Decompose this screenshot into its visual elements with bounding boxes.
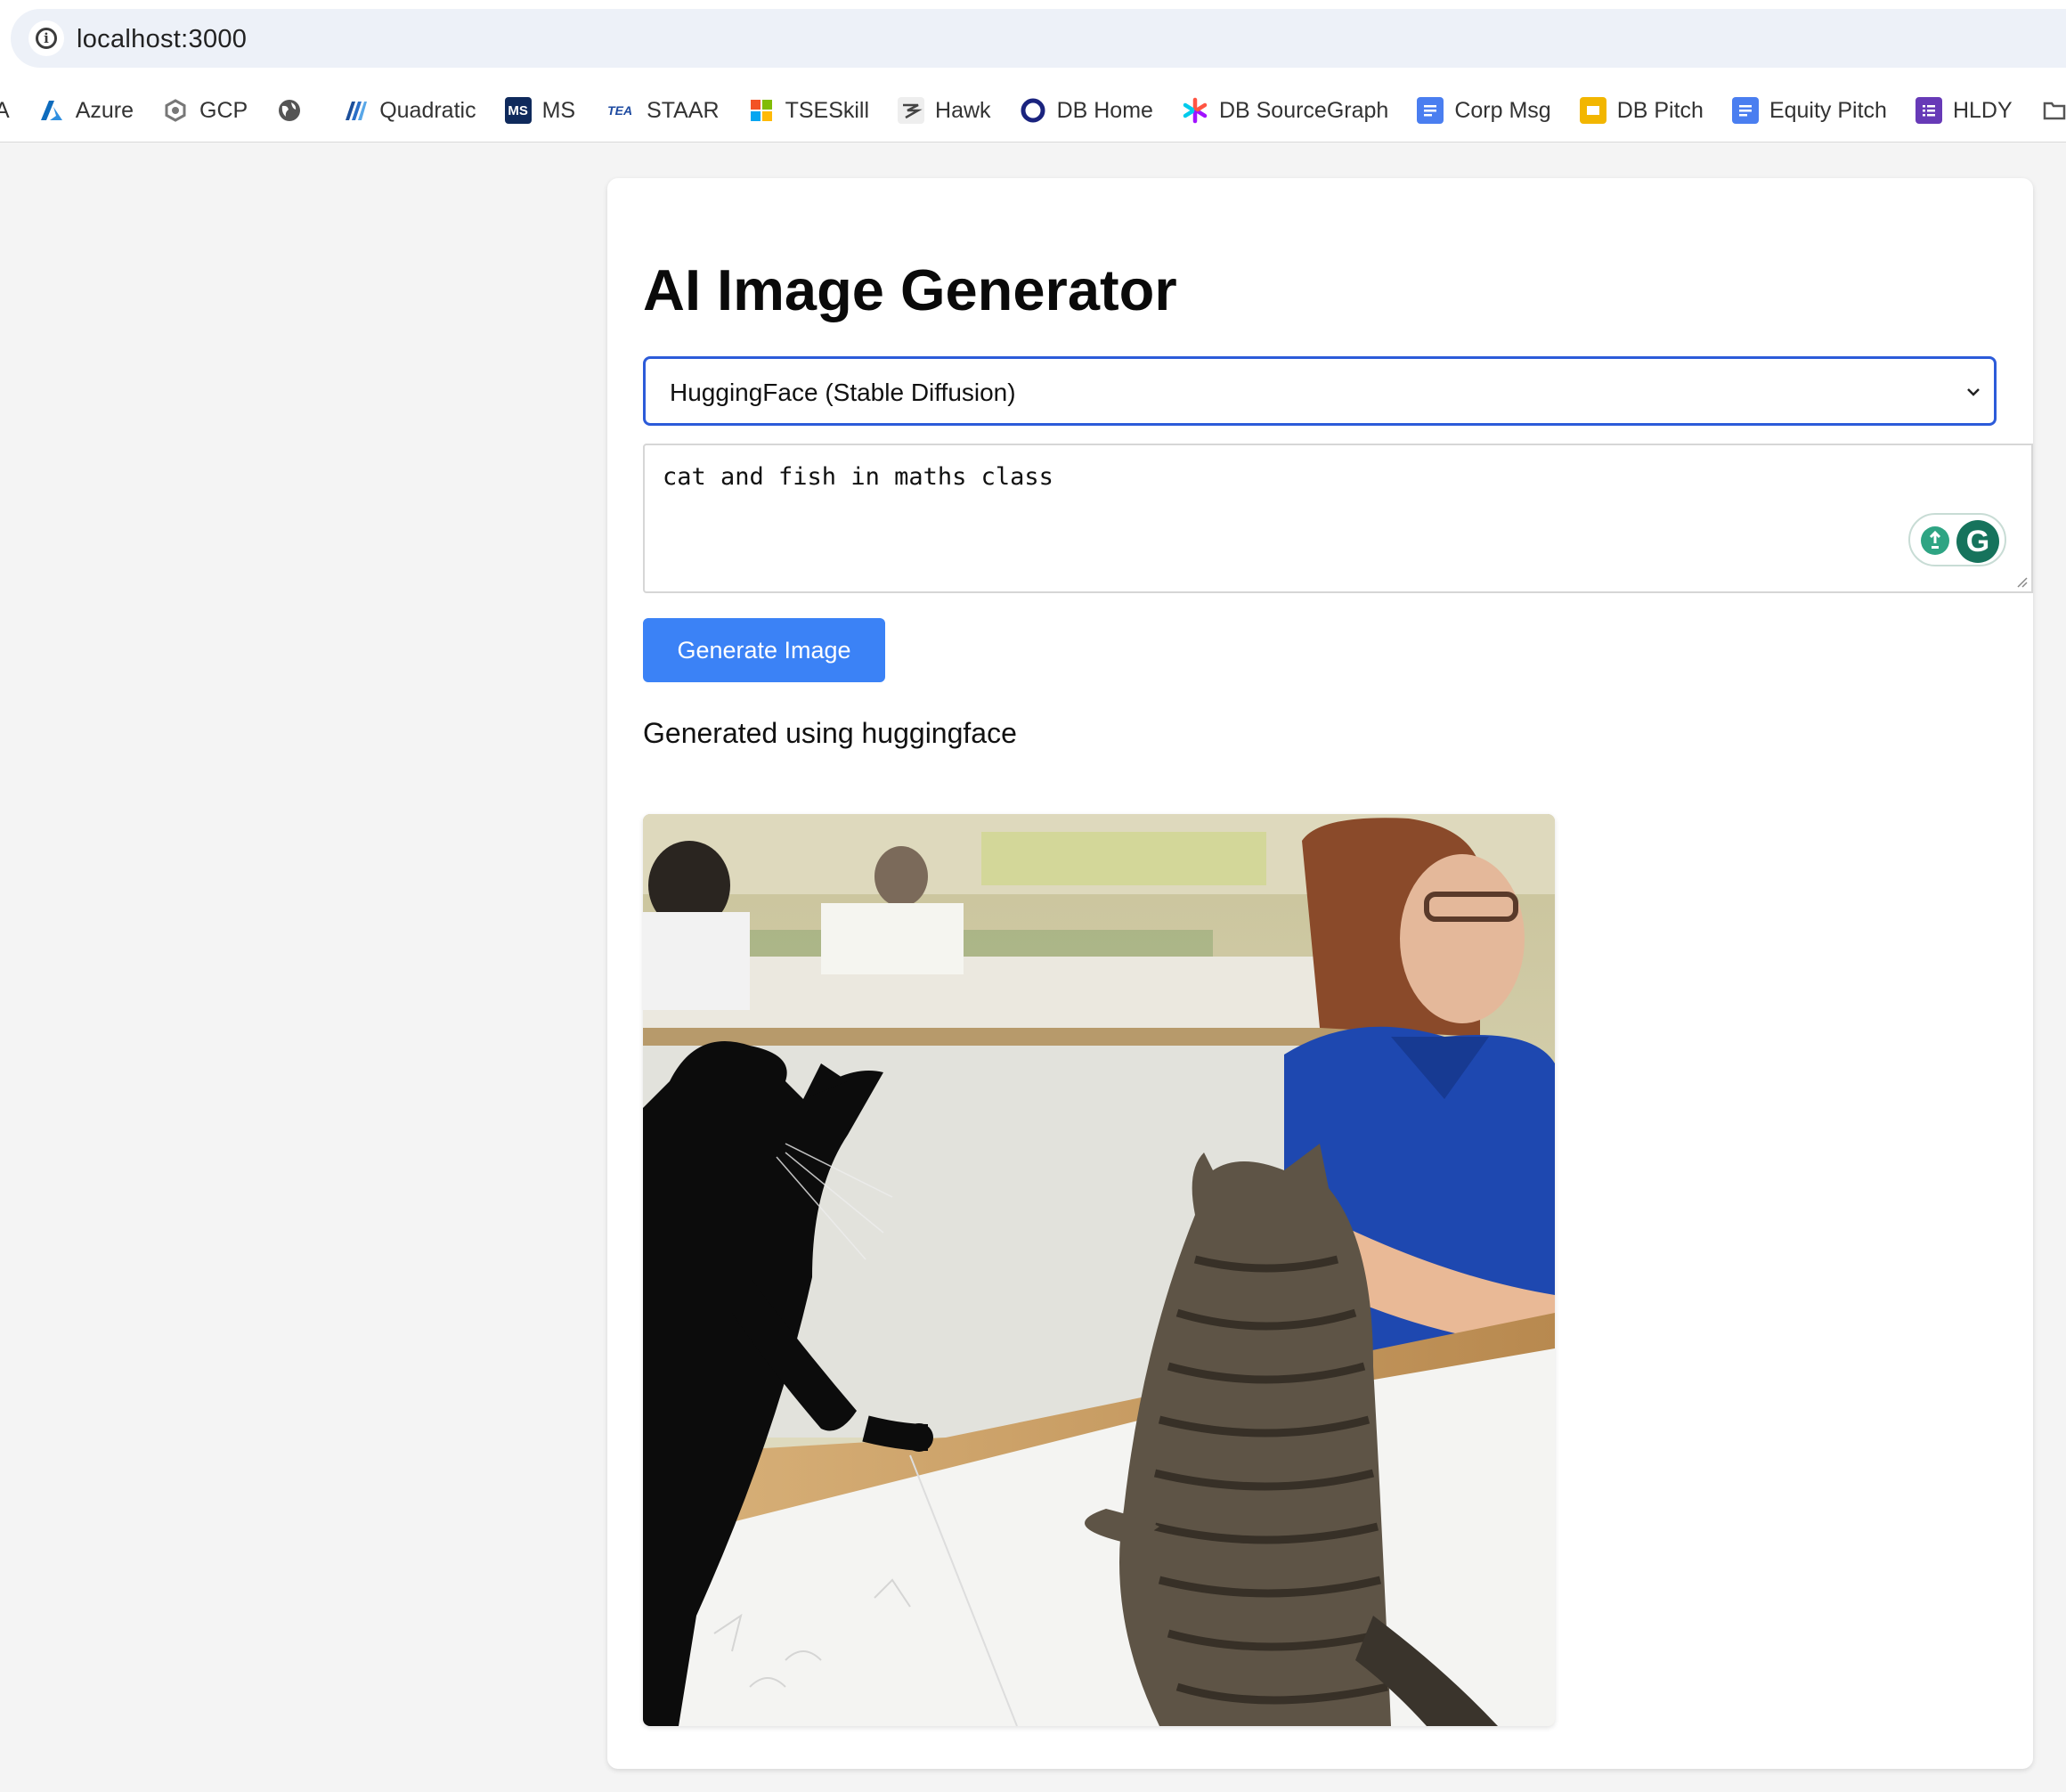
sourcegraph-icon: [1182, 97, 1208, 124]
generate-image-button[interactable]: Generate Image: [643, 618, 885, 682]
docs-icon: [1417, 97, 1444, 124]
bookmark-db-sourcegraph[interactable]: DB SourceGraph: [1182, 93, 1388, 128]
tea-icon: TEA: [607, 103, 633, 118]
quadratic-icon: [342, 97, 369, 124]
bookmark-quadratic[interactable]: Quadratic: [342, 93, 476, 128]
chevron-down-icon: [1962, 380, 1985, 403]
gcp-icon: [162, 97, 189, 124]
bookmark-hldy[interactable]: HLDY: [1915, 93, 2013, 128]
provider-select-value: HuggingFace (Stable Diffusion): [670, 379, 1016, 406]
provider-select[interactable]: HuggingFace (Stable Diffusion): [643, 356, 1997, 426]
folder-icon: [2041, 97, 2066, 124]
docs-icon: [1731, 97, 1759, 124]
ms-icon: MS: [504, 97, 532, 124]
azure-icon: [38, 97, 65, 124]
generator-card: AI Image Generator HuggingFace (Stable D…: [607, 178, 2033, 1769]
generated-image: [643, 814, 1555, 1726]
bookmark-globe[interactable]: [276, 93, 313, 128]
grammarly-icon[interactable]: G: [1956, 520, 1999, 563]
bookmark-db-pitch[interactable]: DB Pitch: [1579, 93, 1704, 128]
grammarly-widget[interactable]: G: [1908, 513, 2006, 566]
lightbulb-icon[interactable]: [1921, 526, 1949, 555]
address-bar[interactable]: i localhost:3000: [11, 9, 2066, 68]
bookmark-corp-msg[interactable]: Corp Msg: [1417, 93, 1551, 128]
slides-icon: [1579, 97, 1606, 124]
bookmark-tseskill[interactable]: TSESkill: [748, 93, 869, 128]
hawk-icon: [898, 97, 925, 124]
bookmark-a[interactable]: A: [0, 93, 10, 128]
url-text[interactable]: localhost:3000: [77, 25, 247, 54]
windows-icon: [748, 97, 775, 124]
bookmark-azure[interactable]: Azure: [38, 93, 134, 128]
bookmark-staar[interactable]: TEA STAAR: [604, 93, 720, 128]
prompt-text: cat and fish in maths class: [663, 463, 1053, 491]
bookmark-folder[interactable]: [2041, 93, 2066, 128]
prompt-textarea[interactable]: cat and fish in maths class G: [643, 444, 2033, 593]
bookmark-ms[interactable]: MS MS: [504, 93, 575, 128]
bookmark-db-home[interactable]: DB Home: [1020, 93, 1153, 128]
forms-icon: [1915, 97, 1942, 124]
resize-handle-icon[interactable]: [2015, 575, 2028, 588]
browser-chrome: i localhost:3000 A Azure GCP Quadratic M…: [0, 0, 2066, 143]
generation-status: Generated using huggingface: [643, 717, 1017, 749]
bookmark-gcp[interactable]: GCP: [162, 93, 248, 128]
db-home-icon: [1020, 97, 1046, 124]
bookmark-hawk[interactable]: Hawk: [898, 93, 991, 128]
globe-icon: [276, 97, 303, 124]
site-info-icon[interactable]: i: [28, 20, 64, 56]
page-title: AI Image Generator: [643, 257, 1177, 322]
bookmarks-bar: A Azure GCP Quadratic MS MS TEA STAAR TS…: [0, 93, 2066, 128]
bookmark-equity-pitch[interactable]: Equity Pitch: [1731, 93, 1887, 128]
